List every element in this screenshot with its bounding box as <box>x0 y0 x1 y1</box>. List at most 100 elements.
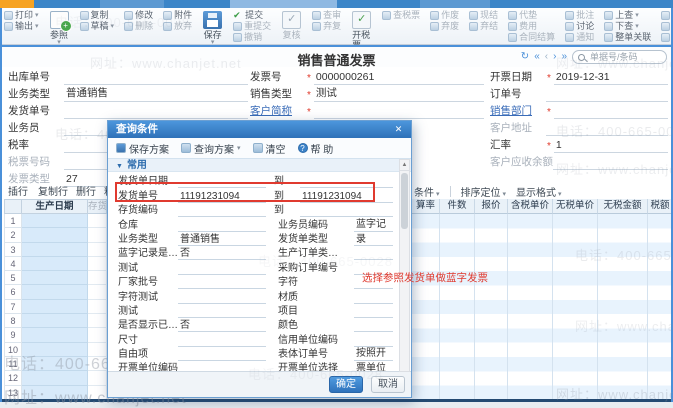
cash-settle-button[interactable]: 现结 <box>467 10 500 21</box>
production-date-cell[interactable] <box>22 285 88 300</box>
insert-row-button[interactable]: 插行 <box>8 183 28 198</box>
cancel-review-button[interactable]: 弃复 <box>310 21 343 32</box>
char-test-right-input[interactable] <box>354 292 393 304</box>
customer-address-value[interactable] <box>546 123 668 136</box>
cancel-void-button[interactable]: 弃废 <box>428 21 461 32</box>
grid-cell[interactable] <box>88 214 107 229</box>
export-button[interactable]: 输出 ▾ <box>2 21 41 32</box>
advance-button[interactable]: 代垫 <box>506 10 557 21</box>
business-type-right-input[interactable]: 蓝字记录 <box>354 215 393 246</box>
sales-type-value[interactable]: 测试 <box>313 85 484 102</box>
row-number[interactable]: 4 <box>4 256 22 272</box>
copy-row-button[interactable]: 复制行 <box>38 183 68 198</box>
sales-dept-value[interactable] <box>553 106 668 119</box>
check-tax-invoice-button[interactable]: 查税票 <box>380 10 422 21</box>
outbound-no-value[interactable] <box>64 72 248 85</box>
grid-cell[interactable] <box>88 285 107 300</box>
customer-abbr-label[interactable]: 客户简称 <box>250 103 306 119</box>
annotate-button[interactable]: 批注 <box>563 10 596 21</box>
save-plan-button[interactable]: 保存方案 <box>116 141 169 156</box>
invoice-no-value[interactable]: 0000000261 <box>313 71 484 85</box>
discuss-button[interactable]: 讨论 <box>563 21 596 32</box>
trace-up-button[interactable]: 上查 ▾ <box>602 10 653 21</box>
grid-cell[interactable] <box>88 242 107 257</box>
review-button[interactable]: 复核 <box>279 10 304 40</box>
row-number[interactable]: 9 <box>4 328 22 343</box>
dialog-scrollbar[interactable]: ▲ <box>399 159 410 372</box>
customer-abbr-value[interactable] <box>313 106 484 119</box>
sales-dept-label[interactable]: 销售部门 <box>490 103 546 119</box>
column-header-0[interactable]: 算率 <box>412 199 440 214</box>
row-number[interactable]: 2 <box>4 228 22 243</box>
row-number[interactable]: 11 <box>4 356 22 372</box>
scroll-thumb[interactable] <box>401 173 408 229</box>
production-date-cell[interactable] <box>22 314 88 329</box>
void-button[interactable]: 作废 <box>428 10 461 21</box>
close-icon[interactable]: ✕ <box>392 123 405 136</box>
exchange-rate-value[interactable]: 1 <box>553 139 668 153</box>
clear-button[interactable]: 清空 <box>252 141 286 156</box>
save-button[interactable]: 保存 ▾ <box>200 10 225 46</box>
grid-body-right[interactable] <box>412 214 673 400</box>
resubmit-button[interactable]: 重提交 <box>231 21 273 32</box>
tab-segment[interactable] <box>100 0 164 8</box>
production-date-cell[interactable] <box>22 228 88 243</box>
tab-segment[interactable] <box>420 0 490 8</box>
tab-segment-orange[interactable] <box>0 0 34 8</box>
column-header-production-date[interactable]: 生产日期 <box>22 199 88 214</box>
show-flag-from-input[interactable]: 否 <box>178 316 266 333</box>
query-plan-button[interactable]: 查询方案 ▾ <box>181 141 241 156</box>
billing-unit-right-input[interactable]: 按照开票单位 <box>354 344 393 372</box>
production-date-cell[interactable] <box>22 342 88 357</box>
grid-cell[interactable] <box>88 356 107 372</box>
row-number[interactable]: 1 <box>4 214 22 229</box>
discard-button[interactable]: 放弃 <box>161 21 194 32</box>
delivery-date-to-input[interactable] <box>300 176 393 189</box>
first-record-icon[interactable]: « <box>534 51 540 63</box>
grid-cell[interactable] <box>88 299 107 315</box>
grid-cell[interactable] <box>88 385 107 400</box>
delivery-no-to-input[interactable]: 11191231094 <box>300 191 393 203</box>
production-date-cell[interactable] <box>22 256 88 272</box>
blue-record-from-input[interactable]: 否 <box>178 244 266 261</box>
column-header-2[interactable]: 报价 <box>475 199 508 214</box>
grid-cell[interactable] <box>88 371 107 386</box>
display-format-menu[interactable]: 显示格式 ▾ <box>516 184 562 199</box>
factory-batch-from-input[interactable] <box>178 277 266 290</box>
refresh-icon[interactable]: ↻ <box>521 51 529 63</box>
business-type-value[interactable]: 普通销售 <box>64 85 248 102</box>
grid-cell[interactable] <box>88 228 107 243</box>
doc-link-button[interactable]: 整单关联 <box>602 32 653 43</box>
grid-cell[interactable] <box>88 342 107 357</box>
sort-locate-menu[interactable]: 排序定位 ▾ <box>461 184 507 199</box>
modify-button[interactable]: 修改 <box>122 10 155 21</box>
row-number[interactable]: 13 <box>4 385 22 400</box>
submit-button[interactable]: ✔ 提交 <box>231 10 273 21</box>
char-test-from-input[interactable] <box>178 292 266 304</box>
blue-record-right-input[interactable] <box>354 248 393 261</box>
print-button[interactable]: 打印 ▾ <box>2 10 41 21</box>
grid-cell[interactable] <box>88 271 107 286</box>
audit-check-button[interactable]: 查审 <box>310 10 343 21</box>
production-date-cell[interactable] <box>22 371 88 386</box>
trace-down-button[interactable]: 下查 ▾ <box>602 21 653 32</box>
grid-cell[interactable] <box>88 314 107 329</box>
delete-button[interactable]: 删除 <box>122 21 155 32</box>
free-item-from-input[interactable] <box>178 349 266 362</box>
revoke-button[interactable]: 撤销 <box>231 32 273 43</box>
production-date-cell[interactable] <box>22 242 88 257</box>
ok-button[interactable]: 确定 <box>329 376 363 393</box>
draft-button[interactable]: 草稿 ▾ <box>78 21 117 32</box>
section-common[interactable]: ▼ 常用 <box>108 158 411 172</box>
reference-button[interactable]: 参照▾ <box>47 10 72 46</box>
scroll-up-icon[interactable]: ▲ <box>400 160 409 171</box>
delivery-no-from-input[interactable]: 11191231094 <box>178 191 266 203</box>
test1-from-input[interactable] <box>178 263 266 275</box>
row-number[interactable]: 5 <box>4 271 22 286</box>
show-flag-right-input[interactable] <box>354 320 393 333</box>
column-header-inventory-custom[interactable]: 存货自 <box>88 199 107 214</box>
inventory-code-from-input[interactable] <box>178 205 266 218</box>
column-header-5[interactable]: 无税金额 <box>598 199 648 214</box>
row-number[interactable]: 8 <box>4 314 22 329</box>
size-from-input[interactable] <box>178 335 266 347</box>
